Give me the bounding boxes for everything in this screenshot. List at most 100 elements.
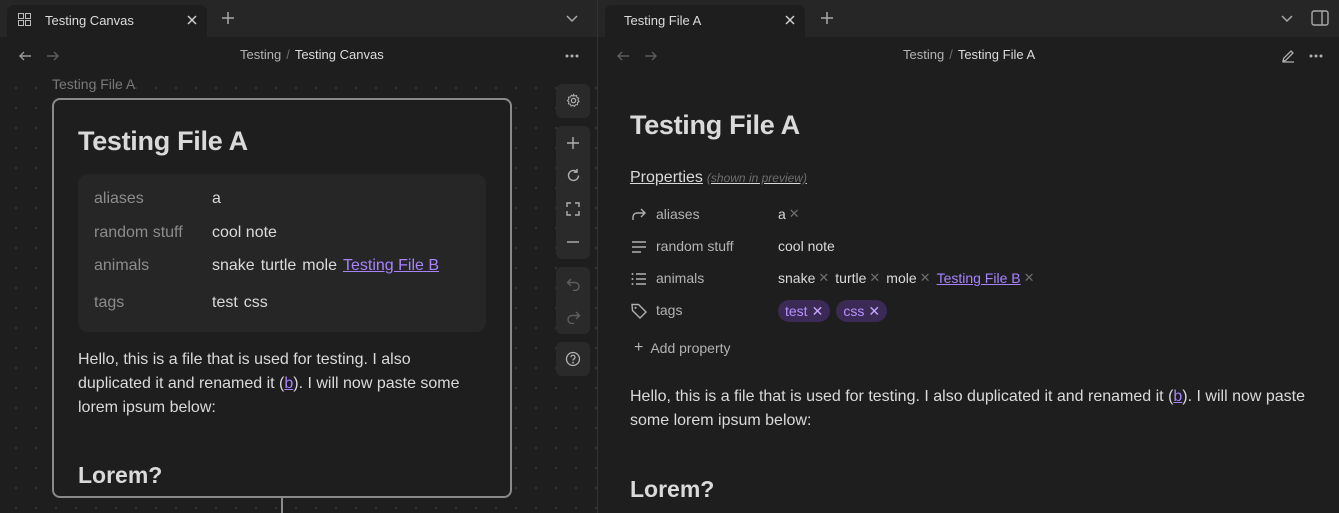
canvas-icon: [18, 13, 31, 29]
pencil-icon[interactable]: [1279, 47, 1297, 65]
property-row-random-stuff: random stuff cool note: [630, 234, 1290, 260]
canvas-edge[interactable]: [281, 498, 283, 513]
tag-icon[interactable]: [630, 302, 648, 320]
remove-tag-icon[interactable]: ✕: [868, 303, 880, 320]
plus-icon: +: [634, 339, 644, 356]
breadcrumb-parent[interactable]: Testing: [903, 47, 944, 62]
breadcrumb-parent[interactable]: Testing: [240, 47, 281, 62]
minus-icon: [567, 240, 579, 243]
new-tab-button[interactable]: [219, 9, 237, 27]
tab-list-button[interactable]: [563, 9, 581, 27]
remove-value-icon[interactable]: ✕: [789, 206, 800, 222]
tab-label: Testing File A: [624, 13, 702, 28]
add-property-button[interactable]: + Add property: [634, 339, 731, 357]
close-icon[interactable]: [783, 13, 797, 27]
arrow-right-icon[interactable]: [642, 47, 660, 65]
help-icon[interactable]: [556, 342, 590, 375]
tag-pill[interactable]: test ✕: [778, 300, 831, 322]
zoom-in-button[interactable]: [556, 126, 590, 159]
text-lines-icon[interactable]: [630, 238, 648, 256]
list-icon[interactable]: [630, 270, 648, 288]
internal-link[interactable]: b: [1173, 388, 1182, 405]
arrow-left-icon[interactable]: [16, 47, 34, 65]
canvas-settings-group: [556, 84, 590, 118]
property-value: snake turtle mole Testing File B: [212, 257, 440, 274]
property-row-tags: tags test ✕ css ✕: [630, 298, 1290, 324]
undo-icon[interactable]: [556, 267, 590, 300]
node-body-text: Hello, this is a file that is used for t…: [78, 351, 460, 416]
tag[interactable]: test: [212, 294, 238, 311]
remove-value-icon[interactable]: ✕: [869, 270, 880, 286]
zoom-out-button[interactable]: [556, 225, 590, 258]
property-key[interactable]: aliases: [656, 206, 700, 222]
document-title[interactable]: Testing File A: [630, 110, 800, 141]
node-title: Testing File A: [78, 126, 248, 156]
plus-icon: [222, 12, 234, 24]
redo-icon[interactable]: [556, 300, 590, 333]
property-key[interactable]: animals: [656, 270, 704, 286]
chevron-down-icon: [566, 15, 578, 23]
more-options-icon[interactable]: [563, 47, 581, 65]
property-row-aliases: aliases a ✕: [630, 202, 1290, 228]
tab-testing-file-a[interactable]: Testing File A: [605, 5, 805, 37]
gear-icon[interactable]: [556, 84, 590, 117]
property-key: aliases: [94, 190, 144, 207]
close-icon[interactable]: [185, 13, 199, 27]
tab-label: Testing Canvas: [45, 13, 134, 28]
more-options-icon[interactable]: [1307, 47, 1325, 65]
node-heading: Lorem?: [78, 462, 163, 488]
sidebar-toggle-icon[interactable]: [1310, 8, 1330, 28]
breadcrumb: Testing / Testing Canvas: [240, 47, 384, 62]
properties-note: (shown in preview): [706, 171, 807, 185]
property-key[interactable]: tags: [656, 302, 682, 318]
remove-value-icon[interactable]: ✕: [818, 270, 829, 286]
canvas-file-node[interactable]: Testing File A aliases a random stuff co…: [52, 98, 512, 498]
canvas-help-group: [556, 342, 590, 376]
document-body-text[interactable]: Hello, this is a file that is used for t…: [630, 385, 1310, 433]
refresh-icon[interactable]: [556, 159, 590, 192]
pane-divider[interactable]: [597, 0, 598, 513]
tab-testing-canvas[interactable]: Testing Canvas: [7, 5, 207, 37]
remove-value-icon[interactable]: ✕: [1024, 270, 1035, 286]
arrow-right-icon[interactable]: [44, 47, 62, 65]
left-view-header: Testing / Testing Canvas: [0, 37, 597, 74]
document-heading[interactable]: Lorem?: [630, 476, 714, 503]
internal-link[interactable]: b: [284, 375, 293, 392]
plus-icon: [567, 136, 579, 149]
plus-icon: [821, 12, 833, 24]
property-value: cool note: [212, 224, 277, 241]
remove-value-icon[interactable]: ✕: [920, 270, 931, 286]
property-key: random stuff: [94, 224, 183, 241]
property-value[interactable]: cool note: [778, 238, 835, 254]
arrow-left-icon[interactable]: [614, 47, 632, 65]
chevron-down-icon: [1281, 15, 1293, 23]
internal-link[interactable]: Testing File B: [343, 257, 439, 274]
left-tab-bar: Testing Canvas: [0, 0, 597, 37]
new-tab-button[interactable]: [818, 9, 836, 27]
property-value: test ✕ css ✕: [778, 300, 893, 322]
property-value: test css: [212, 294, 274, 312]
fullscreen-icon[interactable]: [556, 192, 590, 225]
right-tab-bar: Testing File A: [598, 0, 1339, 37]
remove-tag-icon[interactable]: ✕: [812, 303, 824, 320]
property-value[interactable]: snake ✕ turtle ✕ mole ✕ Testing File B ✕: [778, 270, 1041, 286]
breadcrumb: Testing / Testing File A: [903, 47, 1036, 62]
property-value[interactable]: a ✕: [778, 206, 806, 222]
breadcrumb-current[interactable]: Testing Canvas: [295, 47, 384, 62]
property-key: tags: [94, 294, 125, 311]
property-row-animals: animals snake ✕ turtle ✕ mole ✕ Testing Fil…: [630, 266, 1290, 292]
canvas-node-label[interactable]: Testing File A: [52, 76, 135, 92]
property-value: a: [212, 190, 221, 207]
alias-arrow-icon[interactable]: [630, 206, 648, 224]
properties-heading[interactable]: Properties (shown in preview): [630, 169, 807, 187]
tab-list-button[interactable]: [1278, 9, 1296, 27]
canvas-area[interactable]: Testing File A Testing File A aliases a …: [0, 74, 597, 513]
property-key[interactable]: random stuff: [656, 238, 734, 254]
property-key: animals: [94, 257, 150, 274]
canvas-zoom-controls: [556, 126, 590, 259]
breadcrumb-current[interactable]: Testing File A: [958, 47, 1035, 62]
internal-link[interactable]: Testing File B: [937, 270, 1021, 286]
tag[interactable]: css: [244, 294, 268, 311]
properties-table: aliases a random stuff cool note animals…: [78, 174, 486, 332]
tag-pill[interactable]: css ✕: [836, 300, 888, 322]
